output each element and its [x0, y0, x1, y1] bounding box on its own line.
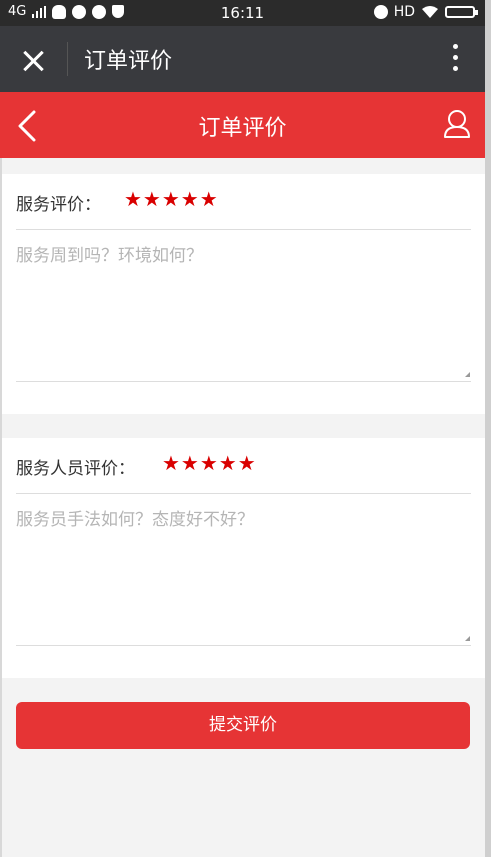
window-edge-right [485, 0, 491, 857]
hd-indicator: HD [393, 4, 415, 20]
app-header: 订单评价 [0, 92, 485, 158]
submit-review-button[interactable]: 提交评价 [16, 702, 470, 749]
staff-star-rating[interactable]: ★★★★★ [162, 451, 257, 475]
status-bar: 4G 16:11 HD [0, 0, 485, 26]
staff-comment-field[interactable]: 服务员手法如何？态度好不好？ [16, 495, 471, 646]
service-comment-field[interactable]: 服务周到吗？环境如何？ [16, 231, 471, 382]
service-comment-placeholder: 服务周到吗？环境如何？ [16, 246, 203, 266]
alarm-icon [373, 5, 388, 19]
more-icon[interactable] [453, 44, 459, 74]
service-star-rating[interactable]: ★★★★★ [124, 187, 219, 211]
staff-comment-placeholder: 服务员手法如何？态度好不好？ [16, 510, 254, 530]
close-icon[interactable] [18, 46, 48, 76]
staff-rating-section: 服务人员评价： ★★★★★ 服务员手法如何？态度好不好？ [2, 438, 485, 678]
service-rating-section: 服务评价： ★★★★★ 服务周到吗？环境如何？ [2, 174, 485, 414]
user-icon [444, 110, 470, 138]
staff-rating-row: 服务人员评价： ★★★★★ [16, 438, 471, 494]
page-title: 订单评价 [198, 116, 287, 141]
service-rating-label: 服务评价： [16, 195, 101, 215]
user-button[interactable] [443, 109, 471, 139]
staff-rating-label: 服务人员评价： [16, 459, 135, 479]
service-rating-row: 服务评价： ★★★★★ [16, 174, 471, 230]
wifi-icon [422, 6, 438, 18]
battery-icon [445, 6, 478, 18]
wechat-title-bar: 订单评价 [0, 26, 485, 92]
title-divider [67, 42, 68, 76]
resize-handle-icon[interactable] [465, 372, 470, 377]
wechat-title: 订单评价 [84, 49, 173, 74]
resize-handle-icon[interactable] [465, 636, 470, 641]
status-right: HD [373, 4, 478, 20]
